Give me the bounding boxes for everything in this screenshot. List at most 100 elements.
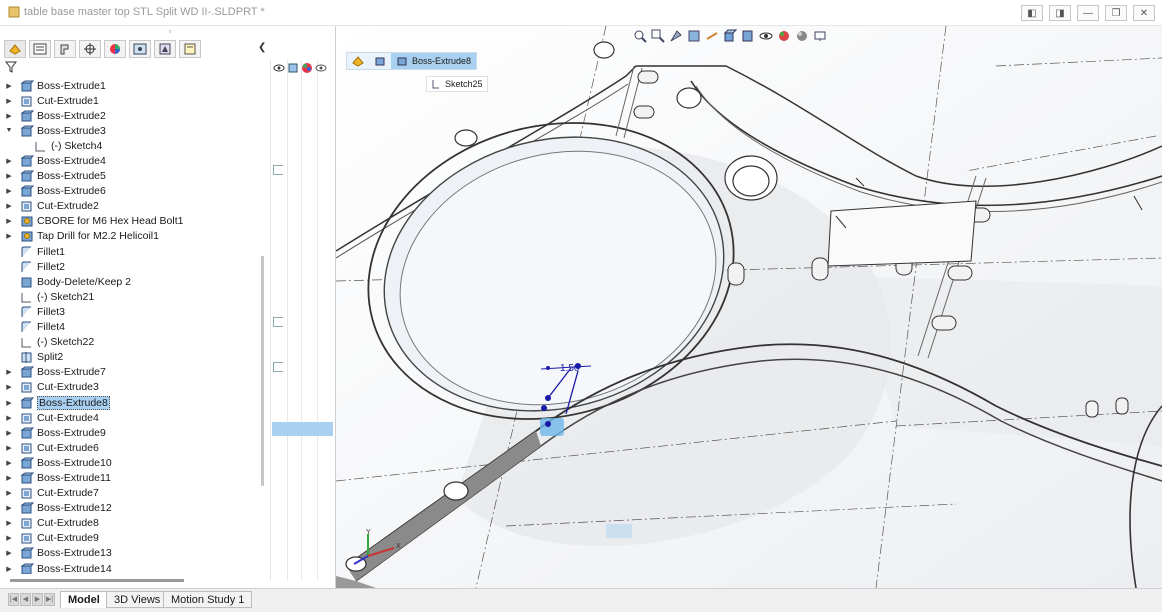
tree-item[interactable]: Fillet4 xyxy=(4,320,266,335)
tree-item[interactable]: ▶ CBORE for M6 Hex Head Bolt1 xyxy=(4,214,266,229)
expand-arrow-icon[interactable]: ▶ xyxy=(4,368,14,376)
tree-item[interactable]: ▶ Boss-Extrude10 xyxy=(4,455,266,470)
tab-3d-views[interactable]: 3D Views xyxy=(106,591,169,608)
restore-button[interactable]: ❐ xyxy=(1105,5,1127,21)
expand-arrow-icon[interactable]: ▶ xyxy=(4,82,14,90)
collapse-panel-icon[interactable]: ❮ xyxy=(258,42,270,56)
prev-tab-button[interactable]: ◀ xyxy=(20,593,31,606)
filter-icon[interactable] xyxy=(4,60,18,74)
tree-item[interactable]: ▶ Tap Drill for M2.2 Helicoil1 xyxy=(4,229,266,244)
tree-item[interactable]: ▶ Boss-Extrude6 xyxy=(4,184,266,199)
expand-arrow-icon[interactable]: ▶ xyxy=(4,474,14,482)
tree-item[interactable]: ▶ Boss-Extrude2 xyxy=(4,108,266,123)
breadcrumb-sketch[interactable]: Sketch25 xyxy=(426,76,488,92)
apply-scene-button[interactable] xyxy=(794,28,810,44)
expand-arrow-icon[interactable]: ▶ xyxy=(4,157,14,165)
hide-show-eye-icon[interactable] xyxy=(273,63,285,73)
tree-item[interactable]: ▶ Boss-Extrude11 xyxy=(4,470,266,485)
section-view-button[interactable] xyxy=(686,28,702,44)
first-tab-button[interactable]: |◀ xyxy=(8,593,19,606)
tree-item[interactable]: ▶ Cut-Extrude4 xyxy=(4,410,266,425)
tree-item[interactable]: ▶ Boss-Extrude4 xyxy=(4,153,266,168)
last-tab-button[interactable]: ▶| xyxy=(44,593,55,606)
tree-item[interactable]: ▶ Cut-Extrude8 xyxy=(4,516,266,531)
feature-manager-tab[interactable] xyxy=(4,40,26,58)
expand-arrow-icon[interactable]: ▶ xyxy=(4,444,14,452)
previous-view-button[interactable] xyxy=(668,28,684,44)
tree-item[interactable]: ▶ Cut-Extrude6 xyxy=(4,440,266,455)
tree-item[interactable]: ▶ Cut-Extrude3 xyxy=(4,380,266,395)
tree-item[interactable]: ▶ Boss-Extrude9 xyxy=(4,425,266,440)
tree-item[interactable]: Fillet2 xyxy=(4,259,266,274)
expand-arrow-icon[interactable]: ▶ xyxy=(4,383,14,391)
dimxpert-manager-tab[interactable] xyxy=(79,40,101,58)
expand-arrow-icon[interactable]: ▶ xyxy=(4,459,14,467)
tree-item[interactable]: Fillet3 xyxy=(4,304,266,319)
breadcrumb-part[interactable] xyxy=(347,53,369,69)
tree-item[interactable]: ▶ Cut-Extrude1 xyxy=(4,93,266,108)
sketch-dimension[interactable]: 1.50 xyxy=(560,363,579,374)
panel-grip-icon[interactable]: ▫ xyxy=(160,27,180,37)
expand-arrow-icon[interactable]: ▶ xyxy=(4,549,14,557)
expand-arrow-icon[interactable]: ▶ xyxy=(4,565,14,573)
display-manager-tab[interactable] xyxy=(104,40,126,58)
model-graphics[interactable] xyxy=(336,26,1162,588)
tree-item[interactable]: Fillet1 xyxy=(4,244,266,259)
display-mode-icon[interactable] xyxy=(287,62,299,74)
dynamic-annotation-button[interactable] xyxy=(704,28,720,44)
tree-horizontal-scrollbar[interactable] xyxy=(10,579,184,582)
tree-item[interactable]: (-) Sketch22 xyxy=(4,335,266,350)
tree-item[interactable]: (-) Sketch4 xyxy=(4,138,266,153)
minimize-button[interactable]: — xyxy=(1077,5,1099,21)
tree-item[interactable]: (-) Sketch21 xyxy=(4,289,266,304)
tree-item[interactable]: Split2 xyxy=(4,350,266,365)
expand-arrow-icon[interactable]: ▶ xyxy=(4,97,14,105)
tree-item[interactable]: ▶ Boss-Extrude8 xyxy=(4,395,266,410)
tree-filter[interactable] xyxy=(4,60,266,76)
view-settings-button[interactable] xyxy=(812,28,828,44)
expand-arrow-icon[interactable]: ▶ xyxy=(4,172,14,180)
zoom-to-area-button[interactable] xyxy=(650,28,666,44)
expand-arrow-icon[interactable]: ▶ xyxy=(4,504,14,512)
cam-manager-tab[interactable] xyxy=(129,40,151,58)
expand-arrow-icon[interactable]: ▶ xyxy=(4,187,14,195)
appearance-tab[interactable] xyxy=(154,40,176,58)
edit-appearance-button[interactable] xyxy=(776,28,792,44)
transparency-icon[interactable] xyxy=(315,62,327,74)
close-button[interactable]: ✕ xyxy=(1133,5,1155,21)
tab-model[interactable]: Model xyxy=(60,591,108,608)
expand-arrow-icon[interactable]: ▶ xyxy=(4,489,14,497)
zoom-to-fit-button[interactable] xyxy=(632,28,648,44)
expand-arrow-icon[interactable]: ▶ xyxy=(4,429,14,437)
tree-item[interactable]: ▶ Cut-Extrude9 xyxy=(4,531,266,546)
tree-item[interactable]: Body-Delete/Keep 2 xyxy=(4,274,266,289)
window-tile-left-button[interactable]: ◧ xyxy=(1021,5,1043,21)
configuration-manager-tab[interactable] xyxy=(54,40,76,58)
tree-scrollbar[interactable] xyxy=(261,256,264,486)
tree-item[interactable]: ▶ Boss-Extrude13 xyxy=(4,546,266,561)
breadcrumb-feature[interactable]: Boss-Extrude8 xyxy=(391,53,477,69)
expand-arrow-icon[interactable]: ▶ xyxy=(4,414,14,422)
display-style-button[interactable] xyxy=(740,28,756,44)
expand-arrow-icon[interactable]: ▶ xyxy=(4,534,14,542)
expand-arrow-icon[interactable]: ▶ xyxy=(4,399,14,407)
collapse-arrow-icon[interactable]: ▼ xyxy=(4,127,14,134)
tree-item[interactable]: ▶ Boss-Extrude1 xyxy=(4,78,266,93)
tree-item[interactable]: ▼ Boss-Extrude3 xyxy=(4,123,266,138)
tree-item[interactable]: ▶ Boss-Extrude7 xyxy=(4,365,266,380)
graphics-viewport[interactable]: Boss-Extrude8 Sketch25 1.50 X Y xyxy=(336,26,1162,588)
hide-show-items-button[interactable] xyxy=(758,28,774,44)
expand-arrow-icon[interactable]: ▶ xyxy=(4,232,14,240)
property-manager-tab[interactable] xyxy=(29,40,51,58)
window-tile-right-button[interactable]: ◨ xyxy=(1049,5,1071,21)
simulation-tab[interactable] xyxy=(179,40,201,58)
appearance-ball-icon[interactable] xyxy=(301,62,313,74)
breadcrumb-body[interactable] xyxy=(369,53,391,69)
tree-item[interactable]: ▶ Boss-Extrude5 xyxy=(4,169,266,184)
tree-item[interactable]: ▶ Boss-Extrude14 xyxy=(4,561,266,574)
expand-arrow-icon[interactable]: ▶ xyxy=(4,519,14,527)
tree-item[interactable]: ▶ Cut-Extrude7 xyxy=(4,486,266,501)
expand-arrow-icon[interactable]: ▶ xyxy=(4,217,14,225)
view-orientation-button[interactable] xyxy=(722,28,738,44)
expand-arrow-icon[interactable]: ▶ xyxy=(4,112,14,120)
